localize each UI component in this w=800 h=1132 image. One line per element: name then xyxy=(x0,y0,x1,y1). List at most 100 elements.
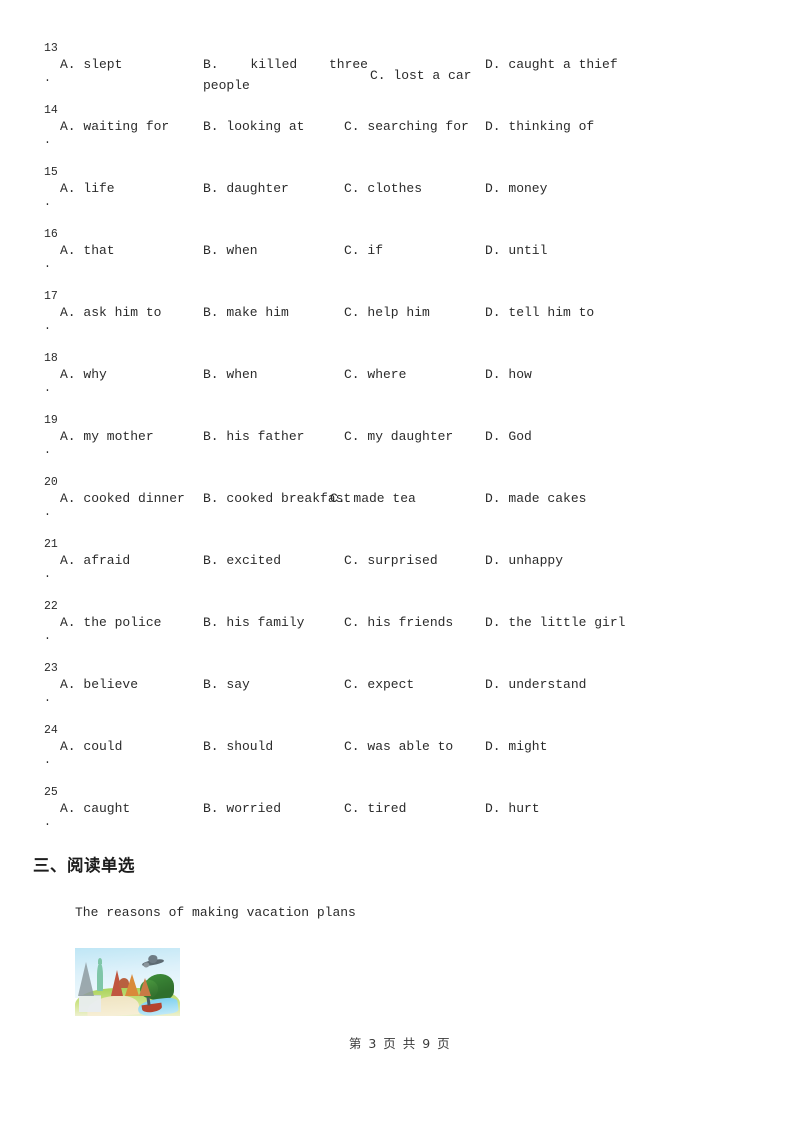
option-b[interactable]: B. killed three people xyxy=(203,54,368,96)
travel-collage-inner xyxy=(75,948,180,1016)
question-number-value: 20 xyxy=(44,476,58,489)
option-d[interactable]: D. how xyxy=(485,364,532,385)
option-group: A. cooked dinner B. cooked breakfast C. … xyxy=(60,488,790,536)
option-group: A. believe B. say C. expect D. understan… xyxy=(60,674,790,722)
document-page: 13. A. slept B. killed three people C. l… xyxy=(0,0,800,1132)
option-c[interactable]: C. made tea xyxy=(330,488,416,509)
option-a[interactable]: A. my mother xyxy=(60,426,154,447)
question-number-value: 23 xyxy=(44,662,58,675)
option-group: A. slept B. killed three people C. lost … xyxy=(60,54,790,102)
option-c[interactable]: C. if xyxy=(344,240,383,261)
option-a[interactable]: A. life xyxy=(60,178,115,199)
question-row: 18. A. why B. when C. where D. how xyxy=(0,350,800,412)
option-c[interactable]: C. his friends xyxy=(344,612,453,633)
option-d[interactable]: D. the little girl xyxy=(485,612,625,633)
option-b[interactable]: B. say xyxy=(203,674,250,695)
question-number-value: 14 xyxy=(44,104,58,117)
option-a[interactable]: A. ask him to xyxy=(60,302,161,323)
page-footer: 第 3 页 共 9 页 xyxy=(348,1036,452,1051)
question-number-value: 17 xyxy=(44,290,58,303)
option-b[interactable]: B. when xyxy=(203,364,258,385)
option-group: A. ask him to B. make him C. help him D.… xyxy=(60,302,790,350)
question-number-value: 22 xyxy=(44,600,58,613)
option-c[interactable]: C. expect xyxy=(344,674,414,695)
question-number-value: 21 xyxy=(44,538,58,551)
question-row: 20. A. cooked dinner B. cooked breakfast… xyxy=(0,474,800,536)
option-group: A. the police B. his family C. his frien… xyxy=(60,612,790,660)
option-d[interactable]: D. unhappy xyxy=(485,550,563,571)
option-d[interactable]: D. caught a thief xyxy=(485,54,618,75)
option-d[interactable]: D. made cakes xyxy=(485,488,586,509)
option-a[interactable]: A. could xyxy=(60,736,122,757)
travel-collage-image xyxy=(75,948,180,1016)
building-icon xyxy=(79,995,101,1012)
option-group: A. could B. should C. was able to D. mig… xyxy=(60,736,790,784)
option-d[interactable]: D. understand xyxy=(485,674,586,695)
temple-roof-icon xyxy=(139,978,151,996)
option-c[interactable]: C. where xyxy=(344,364,406,385)
option-b[interactable]: B. make him xyxy=(203,302,289,323)
question-number-value: 16 xyxy=(44,228,58,241)
option-b[interactable]: B. his family xyxy=(203,612,304,633)
question-number-value: 25 xyxy=(44,786,58,799)
option-group: A. waiting for B. looking at C. searchin… xyxy=(60,116,790,164)
option-c[interactable]: C. my daughter xyxy=(344,426,453,447)
option-group: A. caught B. worried C. tired D. hurt xyxy=(60,798,790,846)
option-d[interactable]: D. thinking of xyxy=(485,116,594,137)
option-b[interactable]: B. looking at xyxy=(203,116,304,137)
option-d[interactable]: D. hurt xyxy=(485,798,540,819)
question-row: 22. A. the police B. his family C. his f… xyxy=(0,598,800,660)
option-a[interactable]: A. caught xyxy=(60,798,130,819)
option-b[interactable]: B. should xyxy=(203,736,273,757)
option-a[interactable]: A. cooked dinner xyxy=(60,488,185,509)
question-row: 19. A. my mother B. his father C. my dau… xyxy=(0,412,800,474)
option-group: A. afraid B. excited C. surprised D. unh… xyxy=(60,550,790,598)
option-group: A. that B. when C. if D. until xyxy=(60,240,790,288)
option-d[interactable]: D. money xyxy=(485,178,547,199)
cloze-question-list: 13. A. slept B. killed three people C. l… xyxy=(0,40,800,846)
passage-title: The reasons of making vacation plans xyxy=(75,905,356,920)
option-c[interactable]: C. was able to xyxy=(344,736,453,757)
option-b[interactable]: B. worried xyxy=(203,798,281,819)
option-group: A. life B. daughter C. clothes D. money xyxy=(60,178,790,226)
question-row: 24. A. could B. should C. was able to D.… xyxy=(0,722,800,784)
option-d[interactable]: D. God xyxy=(485,426,532,447)
option-b[interactable]: B. when xyxy=(203,240,258,261)
question-row: 13. A. slept B. killed three people C. l… xyxy=(0,40,800,102)
option-b[interactable]: B. excited xyxy=(203,550,281,571)
statue-of-liberty-icon xyxy=(97,958,103,991)
option-a[interactable]: A. that xyxy=(60,240,115,261)
option-group: A. my mother B. his father C. my daughte… xyxy=(60,426,790,474)
option-a[interactable]: A. afraid xyxy=(60,550,130,571)
option-c[interactable]: C. help him xyxy=(344,302,430,323)
question-row: 23. A. believe B. say C. expect D. under… xyxy=(0,660,800,722)
question-row: 14. A. waiting for B. looking at C. sear… xyxy=(0,102,800,164)
option-c[interactable]: C. searching for xyxy=(344,116,469,137)
option-a[interactable]: A. waiting for xyxy=(60,116,169,137)
option-b[interactable]: B. his father xyxy=(203,426,304,447)
option-b[interactable]: B. daughter xyxy=(203,178,289,199)
option-c[interactable]: C. clothes xyxy=(344,178,422,199)
option-a[interactable]: A. the police xyxy=(60,612,161,633)
pagoda-icon xyxy=(125,974,139,996)
question-row: 21. A. afraid B. excited C. surprised D.… xyxy=(0,536,800,598)
option-a[interactable]: A. slept xyxy=(60,54,122,75)
question-row: 15. A. life B. daughter C. clothes D. mo… xyxy=(0,164,800,226)
option-a[interactable]: A. believe xyxy=(60,674,138,695)
question-row: 17. A. ask him to B. make him C. help hi… xyxy=(0,288,800,350)
eiffel-tower-icon xyxy=(78,962,94,996)
option-c[interactable]: C. tired xyxy=(344,798,406,819)
question-number-value: 18 xyxy=(44,352,58,365)
option-c[interactable]: C. lost a car xyxy=(370,65,471,86)
option-a[interactable]: A. why xyxy=(60,364,107,385)
option-d[interactable]: D. tell him to xyxy=(485,302,594,323)
question-number-value: 15 xyxy=(44,166,58,179)
option-d[interactable]: D. might xyxy=(485,736,547,757)
option-c[interactable]: C. surprised xyxy=(344,550,438,571)
option-d[interactable]: D. until xyxy=(485,240,547,261)
question-number-value: 13 xyxy=(44,42,58,55)
question-row: 25. A. caught B. worried C. tired D. hur… xyxy=(0,784,800,846)
option-group: A. why B. when C. where D. how xyxy=(60,364,790,412)
option-b[interactable]: B. cooked breakfast xyxy=(203,488,351,509)
question-number-value: 19 xyxy=(44,414,58,427)
